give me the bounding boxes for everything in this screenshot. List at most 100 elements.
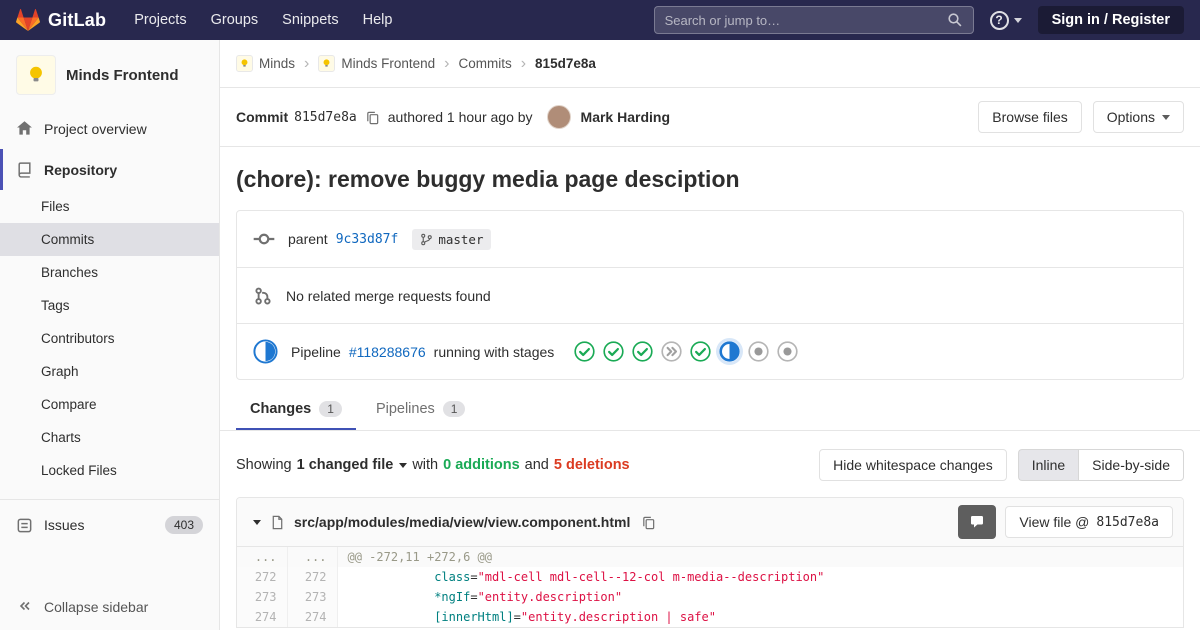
view-file-label: View file @ [1019,514,1090,530]
sidebar-item-repository[interactable]: Repository [0,149,219,190]
navbar-right: ? Sign in / Register [653,6,1184,34]
stage-running-icon[interactable] [719,341,740,362]
hunk-header-row: ... ... @@ -272,11 +272,6 @@ [237,547,1183,567]
pipeline-label: Pipeline [291,343,341,360]
code-line: [innerHtml]="entity.description | safe" [337,607,1183,627]
sign-in-button[interactable]: Sign in / Register [1037,6,1184,34]
diff-view-controls: Hide whitespace changes Inline Side-by-s… [819,449,1184,481]
breadcrumb-label: Minds Frontend [341,56,436,71]
view-file-button[interactable]: View file @ 815d7e8a [1005,506,1173,538]
chevron-down-icon [1013,17,1022,23]
branch-badge[interactable]: master [412,228,492,250]
commit-tabs: Changes 1 Pipelines 1 [220,388,1200,431]
stage-passed-icon[interactable] [690,341,711,362]
home-icon [16,120,33,137]
additions-count: 0 additions [443,457,520,473]
sidebar-item-locked-files[interactable]: Locked Files [0,454,219,487]
old-line-number[interactable]: 274 [237,607,288,627]
stage-passed-icon[interactable] [574,341,595,362]
sidebar-item-issues[interactable]: Issues 403 [0,504,219,546]
help-menu[interactable]: ? [989,10,1022,30]
gitlab-logo[interactable]: GitLab [16,8,106,32]
stage-created-icon[interactable] [748,341,769,362]
nav-link-projects[interactable]: Projects [134,12,186,28]
breadcrumb-item-commits[interactable]: Commits [458,56,511,71]
breadcrumb-label: Minds [259,56,296,71]
sidebar-item-graph[interactable]: Graph [0,355,219,388]
operator: = [470,570,478,584]
inline-view-button[interactable]: Inline [1017,449,1079,481]
copy-sha-button[interactable] [363,108,382,127]
sidebar-item-files[interactable]: Files [0,190,219,223]
breadcrumb-separator: › [304,54,310,72]
parent-sha-link[interactable]: 9c33d87f [336,232,399,247]
changed-files-label: 1 changed file [296,457,394,473]
stage-skipped-icon[interactable] [661,341,682,362]
new-line-number[interactable]: 274 [287,607,338,627]
sidebar-item-label: Repository [44,161,118,178]
breadcrumb-item-minds[interactable]: Minds [236,55,295,72]
tab-changes[interactable]: Changes 1 [236,388,356,430]
sidebar-item-tags[interactable]: Tags [0,289,219,322]
changed-files-dropdown[interactable]: 1 changed file [297,457,408,473]
commit-icon [253,228,275,250]
project-avatar-small [318,55,336,72]
tab-pipelines[interactable]: Pipelines 1 [362,388,480,430]
copy-file-path-button[interactable] [639,513,658,532]
pipeline-stages [574,341,798,362]
sidebar-divider: Issues 403 [0,499,219,546]
deletions-count: 5 deletions [553,457,630,473]
nav-link-groups[interactable]: Groups [211,12,259,28]
with-text: with [412,457,439,473]
author-name[interactable]: Mark Harding [581,109,670,125]
sidebar-item-branches[interactable]: Branches [0,256,219,289]
string-value: "entity.description" [477,590,623,604]
search-input[interactable] [664,12,947,28]
commit-meta-row: Commit 815d7e8a authored 1 hour ago by M… [220,88,1200,147]
project-sidebar: Minds Frontend Project overview Reposito… [0,40,220,630]
nav-link-help[interactable]: Help [363,12,393,28]
sidebar-item-contributors[interactable]: Contributors [0,322,219,355]
parent-label: parent [288,231,328,247]
stage-passed-icon[interactable] [632,341,653,362]
pipeline-status-text: running with stages [433,343,555,360]
pipelines-count-badge: 1 [442,401,466,417]
browse-files-button[interactable]: Browse files [978,101,1082,133]
gitlab-tanuki-icon [16,8,40,32]
stage-created-icon[interactable] [777,341,798,362]
sidebar-item-label: Issues [44,517,85,533]
hide-whitespace-button[interactable]: Hide whitespace changes [819,449,1007,481]
toggle-comments-button[interactable] [958,505,997,539]
parent-row: parent 9c33d87f master [237,211,1183,267]
navbar-links: Projects Groups Snippets Help [134,12,392,28]
commit-info-box: parent 9c33d87f master No related merge … [236,210,1184,380]
sidebar-item-charts[interactable]: Charts [0,421,219,454]
sidebar-item-compare[interactable]: Compare [0,388,219,421]
new-line-number[interactable]: 272 [287,567,338,587]
project-header[interactable]: Minds Frontend [0,40,219,108]
collapse-sidebar-label: Collapse sidebar [44,599,149,615]
lightbulb-icon [30,66,42,82]
old-line-number[interactable]: 272 [237,567,288,587]
code-line: class="mdl-cell mdl-cell--12-col m-media… [337,567,1183,587]
sidebar-item-commits[interactable]: Commits [0,223,219,256]
sidebar-item-project-overview[interactable]: Project overview [0,108,219,149]
diff-file-path[interactable]: src/app/modules/media/view/view.componen… [294,514,630,530]
breadcrumb-item-minds-frontend[interactable]: Minds Frontend [318,55,435,72]
help-icon: ? [989,10,1009,30]
pipeline-status-running-icon[interactable] [253,339,278,364]
merge-request-text: No related merge requests found [286,287,491,304]
search-icon [947,12,963,28]
nav-link-snippets[interactable]: Snippets [282,12,338,28]
collapse-file-caret-icon[interactable] [253,519,261,525]
operator: = [470,590,478,604]
options-button[interactable]: Options [1092,101,1184,133]
collapse-sidebar-button[interactable]: Collapse sidebar [0,584,219,630]
side-by-side-view-button[interactable]: Side-by-side [1078,449,1184,481]
stage-passed-icon[interactable] [603,341,624,362]
pipeline-id-link[interactable]: #118288676 [349,344,426,360]
new-line-number[interactable]: 273 [287,587,338,607]
old-line-number[interactable]: 273 [237,587,288,607]
breadcrumb-separator: › [520,54,527,72]
search-box [653,6,974,34]
